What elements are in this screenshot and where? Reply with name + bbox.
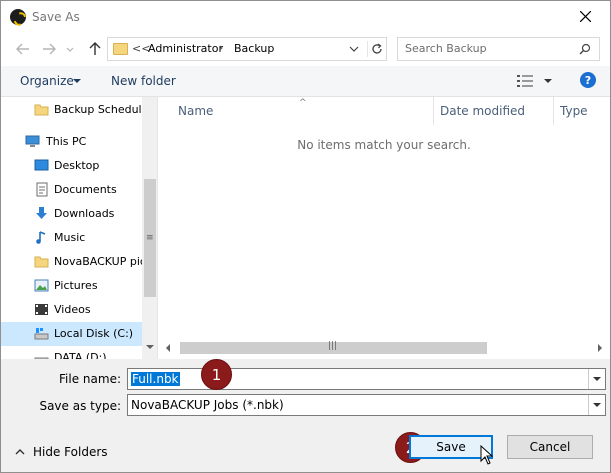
desktop-icon [34,159,49,171]
nav-item-music[interactable]: Music [1,226,142,250]
new-folder-button[interactable]: New folder [111,74,176,88]
breadcrumb-backup[interactable]: Backup [234,42,274,55]
file-list[interactable]: Name ^ Date modified Type No items match… [158,97,610,359]
horizontal-scrollbar[interactable]: ||| [162,340,606,356]
title-bar: Save As [1,1,610,32]
music-icon [36,231,46,244]
nav-item-this-pc[interactable]: This PC [1,130,142,154]
arrow-left-icon [16,43,29,55]
nav-item-novabackup-pics[interactable]: NovaBACKUP pics [1,250,152,274]
caret-down-icon[interactable] [73,79,81,83]
nav-item-documents[interactable]: Documents [1,178,142,202]
search-box[interactable]: Search Backup [397,37,600,61]
back-button[interactable] [15,41,31,57]
pictures-icon [34,279,49,292]
nav-item-videos[interactable]: Videos [1,298,142,322]
forward-button[interactable] [41,41,57,57]
chevron-down-icon[interactable] [348,43,360,55]
folder-icon [113,43,128,55]
step-1-badge: 1 [201,359,232,390]
hide-folders-button[interactable]: Hide Folders [15,445,108,459]
close-icon [579,11,591,22]
cancel-button[interactable]: Cancel [507,435,593,459]
disk-icon [34,357,49,359]
organize-menu[interactable]: Organize [20,74,74,88]
window-title: Save As [32,10,80,24]
help-button[interactable]: ? [580,72,596,88]
breadcrumb-administrator[interactable]: Administrator [148,42,223,55]
chevron-down-icon[interactable] [588,395,605,415]
chevron-down-icon[interactable] [588,369,605,389]
save-as-type-value: NovaBACKUP Jobs (*.nbk) [131,398,284,412]
breadcrumb-separator-icon[interactable]: › [219,41,223,54]
column-header-type[interactable]: Type [554,97,610,125]
downloads-icon [36,207,47,219]
refresh-icon [371,43,382,54]
file-name-label: File name: [59,372,121,386]
file-name-input[interactable]: Full.nbk [127,368,606,390]
column-header-name[interactable]: Name ^ [158,97,434,125]
scroll-left-icon[interactable] [166,344,170,352]
scroll-down-icon[interactable] [146,345,154,349]
chevron-down-icon [66,47,74,52]
nav-item-downloads[interactable]: Downloads [1,202,142,226]
save-form: File name: Full.nbk Save as type: NovaBA… [1,359,610,472]
save-as-dialog: Save As << Administrator › Backup Search… [0,0,611,473]
search-placeholder: Search Backup [405,42,487,55]
disk-icon [34,328,49,340]
address-row: << Administrator › Backup Search Backup [1,32,610,66]
address-bar[interactable]: << Administrator › Backup [107,37,387,61]
chevron-up-icon [15,449,25,455]
mouse-cursor-icon [480,445,494,465]
command-bar: Organize New folder ? [1,66,610,97]
nav-item-pictures[interactable]: Pictures [1,274,142,298]
search-icon [579,43,591,55]
save-as-type-select[interactable]: NovaBACKUP Jobs (*.nbk) [127,394,606,416]
scroll-right-icon[interactable] [598,344,602,352]
up-button[interactable] [87,41,103,57]
folder-icon [34,104,49,116]
save-as-type-label: Save as type: [39,399,121,413]
empty-message: No items match your search. [297,138,471,152]
nav-item-local-disk-c[interactable]: Local Disk (C:) [1,322,142,346]
column-header-date-modified[interactable]: Date modified [434,97,554,125]
file-name-value[interactable]: Full.nbk [131,372,180,386]
documents-icon [36,182,48,197]
refresh-button[interactable] [367,41,385,57]
nav-scrollbar[interactable]: ≡ [142,97,157,359]
computer-icon [25,135,40,147]
nav-item-backup-schedule[interactable]: Backup Schedule 2 [1,98,157,122]
view-options-icon[interactable] [517,74,533,88]
sort-ascending-icon: ^ [299,98,307,108]
nav-item-desktop[interactable]: Desktop [1,154,142,178]
folder-icon [34,256,49,268]
app-logo-icon [10,9,26,25]
nav-item-data-d[interactable]: DATA (D:) [1,346,142,359]
close-button[interactable] [564,1,606,32]
cancel-button-label: Cancel [529,440,571,454]
caret-down-icon[interactable] [544,79,552,83]
grip-icon: ||| [328,341,338,351]
navigation-pane: Backup Schedule 2 This PC Desktop Docume… [1,97,158,359]
videos-icon [35,304,48,315]
save-button-label: Save [436,440,466,454]
arrow-right-icon [43,43,56,55]
arrow-up-icon [89,42,101,55]
grip-icon: ≡ [146,233,154,243]
recent-locations-button[interactable] [65,41,75,57]
